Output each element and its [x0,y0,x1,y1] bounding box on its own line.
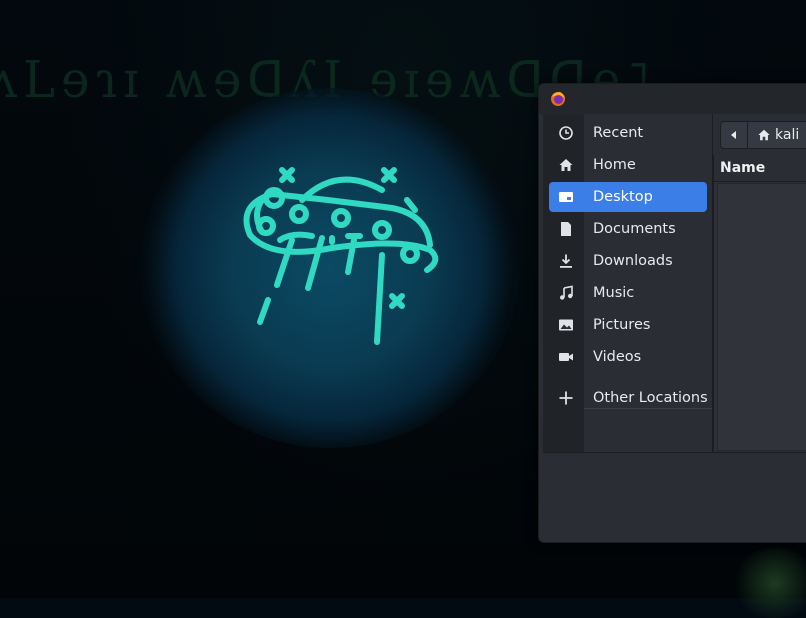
desktop-icon [559,192,573,202]
video-camera-icon [559,353,573,361]
download-icon [560,254,572,268]
sidebar-item-recent[interactable]: Recent [549,118,707,148]
dialog-titlebar[interactable] [539,84,806,114]
decorative-blob [730,548,806,618]
file-list: Name [713,155,806,451]
path-crumb-kali[interactable]: kali [747,121,806,149]
sidebar-item-label: Other Locations [593,390,708,406]
home-icon [758,129,770,141]
firefox-icon [551,92,565,106]
sidebar-item-label: Downloads [593,253,673,269]
file-chooser-dialog: Recent Home Desktop Documents Downloads … [538,83,806,543]
plus-icon [559,391,573,405]
sidebar-item-label: Documents [593,221,676,237]
sidebar-item-label: Videos [593,349,642,365]
path-bar: kali [720,121,806,149]
chevron-left-icon [731,131,736,139]
sidebar-item-videos[interactable]: Videos [549,342,707,372]
sidebar-item-desktop[interactable]: Desktop [549,182,707,212]
dialog-bottom-pane [543,452,806,542]
sidebar-item-pictures[interactable]: Pictures [549,310,707,340]
sidebar-item-other-locations[interactable]: Other Locations [549,383,708,413]
document-icon [561,222,571,236]
home-icon [559,159,573,171]
sidebar-item-label: Recent [593,125,644,141]
path-back-button[interactable] [720,121,748,149]
ufo-logo-icon [243,167,439,345]
column-header-label: Name [720,160,766,176]
sidebar-item-label: Music [593,285,635,301]
sidebar-item-documents[interactable]: Documents [549,214,707,244]
music-icon [560,285,573,300]
sidebar-item-label: Pictures [593,317,651,333]
sidebar-item-label: Home [593,157,636,173]
picture-icon [559,319,573,331]
sidebar-item-home[interactable]: Home [549,150,707,180]
places-sidebar: Recent Home Desktop Documents Downloads … [543,114,713,452]
column-header-name[interactable]: Name [714,155,806,182]
sidebar-item-music[interactable]: Music [549,278,707,308]
clock-icon [559,126,573,140]
file-list-body[interactable] [717,183,806,451]
crumb-label: kali [775,127,800,143]
sidebar-item-downloads[interactable]: Downloads [549,246,707,276]
sidebar-item-label: Desktop [593,189,653,205]
